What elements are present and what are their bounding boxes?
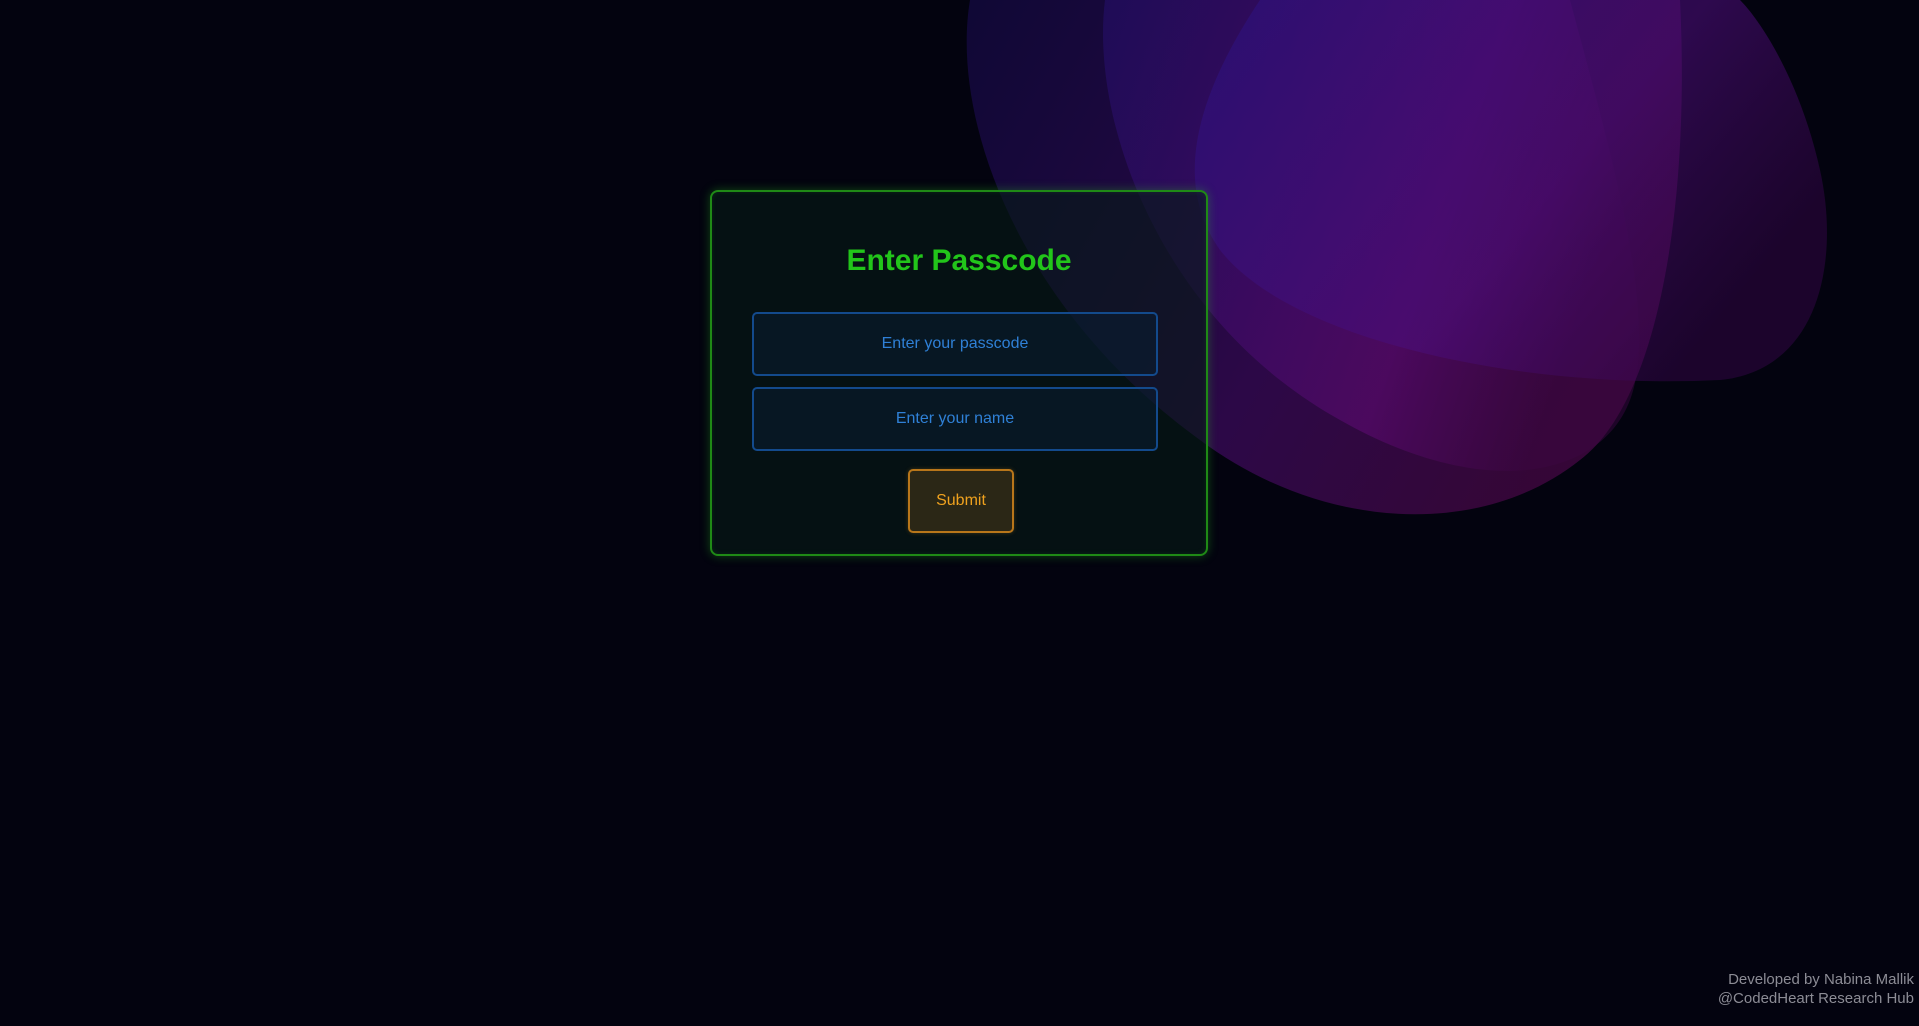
footer-credit: Developed by Nabina Mallik	[1728, 971, 1914, 988]
name-input[interactable]	[752, 387, 1158, 451]
page-title: Enter Passcode	[846, 244, 1072, 277]
footer-org: @CodedHeart Research Hub	[1717, 990, 1914, 1007]
passcode-input[interactable]	[752, 312, 1158, 376]
passcode-card: Enter Passcode Submit	[710, 190, 1208, 556]
footer: Developed by Nabina Mallik @CodedHeart R…	[1718, 970, 1914, 1008]
page-background: Enter Passcode Submit Developed by Nabin…	[0, 0, 1919, 1026]
submit-button[interactable]: Submit	[908, 469, 1014, 533]
